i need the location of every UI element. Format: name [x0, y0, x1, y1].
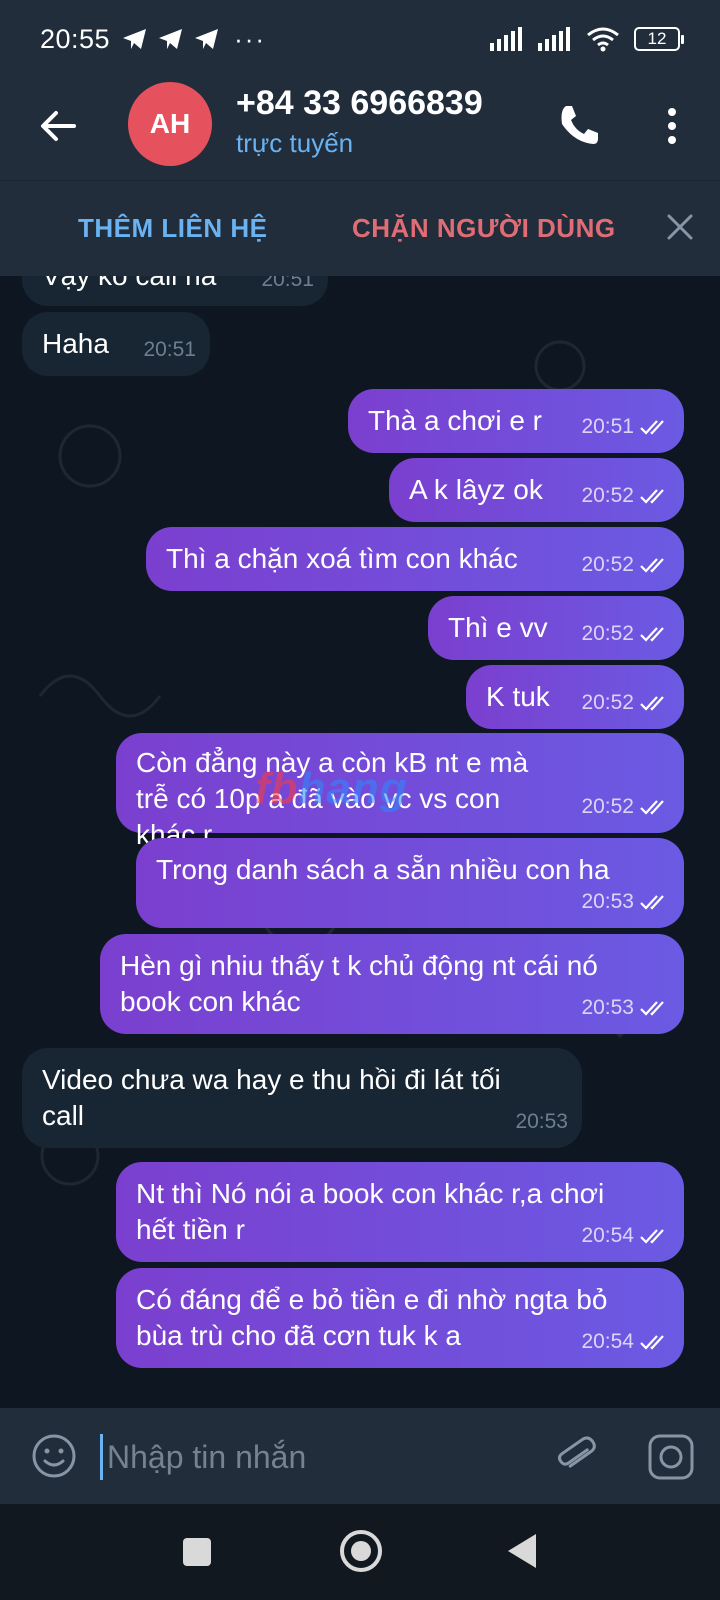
close-icon[interactable]: [660, 207, 700, 247]
signal-icon: [490, 27, 522, 51]
message-time: 20:52: [581, 484, 634, 507]
message-text: Video chưa wa hay e thu hồi đi lát tối c…: [42, 1064, 501, 1131]
message-bubble-outgoing[interactable]: Thì a chặn xoá tìm con khác 20:52: [146, 527, 684, 591]
message-meta: 20:52: [581, 685, 670, 721]
message-time: 20:51: [261, 276, 314, 291]
message-time: 20:51: [143, 338, 196, 361]
read-checkmarks-icon: [640, 895, 664, 910]
read-checkmarks-icon: [640, 800, 664, 815]
telegram-notification-icon: [195, 29, 219, 49]
message-bubble-incoming[interactable]: Video chưa wa hay e thu hồi đi lát tối c…: [22, 1048, 582, 1148]
message-meta: 20:54: [581, 1218, 670, 1254]
read-checkmarks-icon: [640, 489, 664, 504]
message-bubble-incoming[interactable]: Haha 20:51: [22, 312, 210, 376]
message-meta: 20:54: [581, 1324, 670, 1360]
message-meta: 20:52: [581, 616, 670, 652]
contact-name[interactable]: +84 33 6966839: [236, 84, 483, 123]
message-time: 20:53: [515, 1110, 568, 1133]
avatar[interactable]: AH: [128, 82, 212, 166]
message-meta: 20:51: [143, 332, 196, 368]
contact-status: trực tuyến: [236, 128, 354, 158]
more-options-icon[interactable]: [648, 100, 696, 152]
message-bubble-outgoing[interactable]: Có đáng để e bỏ tiền e đi nhờ ngta bỏ bù…: [116, 1268, 684, 1368]
message-bubble-outgoing[interactable]: Thì e vv 20:52: [428, 596, 684, 660]
paperclip-icon[interactable]: [552, 1432, 600, 1480]
read-checkmarks-icon: [640, 558, 664, 573]
message-bubble-outgoing[interactable]: Nt thì Nó nói a book con khác r,a chơi h…: [116, 1162, 684, 1262]
read-checkmarks-icon: [640, 627, 664, 642]
message-meta: 20:52: [581, 478, 670, 514]
telegram-notification-icon: [123, 29, 147, 49]
wifi-icon: [587, 27, 619, 52]
message-input[interactable]: [100, 1434, 520, 1480]
status-time: 20:55: [40, 23, 111, 54]
message-time: 20:53: [581, 996, 634, 1019]
message-time: 20:53: [581, 890, 634, 913]
recent-apps-icon[interactable]: [183, 1538, 211, 1566]
system-nav-bar: [0, 1504, 720, 1600]
watermark-part2: hang: [298, 764, 408, 813]
block-user-button[interactable]: CHẶN NGƯỜI DÙNG: [352, 213, 616, 244]
message-input-bar: [0, 1408, 720, 1504]
read-checkmarks-icon: [640, 1001, 664, 1016]
message-bubble-outgoing[interactable]: Thà a chơi e r 20:51: [348, 389, 684, 453]
add-contact-button[interactable]: THÊM LIÊN HỆ: [78, 213, 267, 244]
message-bubble-outgoing[interactable]: K tuk 20:52: [466, 665, 684, 729]
more-notifications-icon: ···: [234, 23, 267, 54]
read-checkmarks-icon: [640, 420, 664, 435]
message-text: Trong danh sách a sẵn nhiều con ha: [156, 854, 610, 885]
read-checkmarks-icon: [640, 1335, 664, 1350]
message-time: 20:51: [581, 415, 634, 438]
message-list[interactable]: Vậy ko call hả 20:51 Haha 20:51 Thà a ch…: [0, 276, 720, 1408]
status-bar: 20:55 ··· 12: [0, 0, 720, 78]
message-meta: 20:52: [581, 789, 670, 825]
message-time: 20:54: [581, 1330, 634, 1353]
emoji-icon[interactable]: [30, 1432, 78, 1480]
message-meta: 20:53: [581, 990, 670, 1026]
message-meta: 20:51: [581, 409, 670, 445]
phone-call-icon[interactable]: [552, 100, 604, 152]
message-meta: 20:53: [581, 884, 670, 920]
message-bubble-outgoing[interactable]: A k lâyz ok 20:52: [389, 458, 684, 522]
notification-icons: [122, 28, 220, 50]
read-checkmarks-icon: [640, 1229, 664, 1244]
chat-header: AH +84 33 6966839 trực tuyến: [0, 78, 720, 180]
message-bubble-outgoing[interactable]: Hèn gì nhiu thấy t k chủ động nt cái nó …: [100, 934, 684, 1034]
contact-action-bar: THÊM LIÊN HỆ CHẶN NGƯỜI DÙNG: [0, 180, 720, 276]
battery-icon: 12: [634, 27, 684, 51]
message-time: 20:54: [581, 1224, 634, 1247]
watermark-part1: fb: [255, 764, 299, 813]
home-icon[interactable]: [340, 1530, 382, 1572]
read-checkmarks-icon: [640, 696, 664, 711]
message-meta: 20:51: [261, 276, 314, 298]
back-triangle-icon[interactable]: [508, 1534, 536, 1568]
message-bubble-incoming[interactable]: Vậy ko call hả 20:51: [22, 276, 328, 306]
message-meta: 20:52: [581, 547, 670, 583]
message-time: 20:52: [581, 795, 634, 818]
watermark: fbhang: [255, 764, 408, 814]
telegram-notification-icon: [159, 29, 183, 49]
signal-icon: [538, 27, 570, 51]
back-arrow-icon[interactable]: [34, 102, 82, 150]
message-bubble-outgoing[interactable]: Trong danh sách a sẵn nhiều con ha 20:53: [136, 838, 684, 928]
message-time: 20:52: [581, 553, 634, 576]
message-meta: 20:53: [515, 1104, 568, 1140]
camera-icon[interactable]: [646, 1432, 696, 1482]
message-time: 20:52: [581, 622, 634, 645]
message-time: 20:52: [581, 691, 634, 714]
